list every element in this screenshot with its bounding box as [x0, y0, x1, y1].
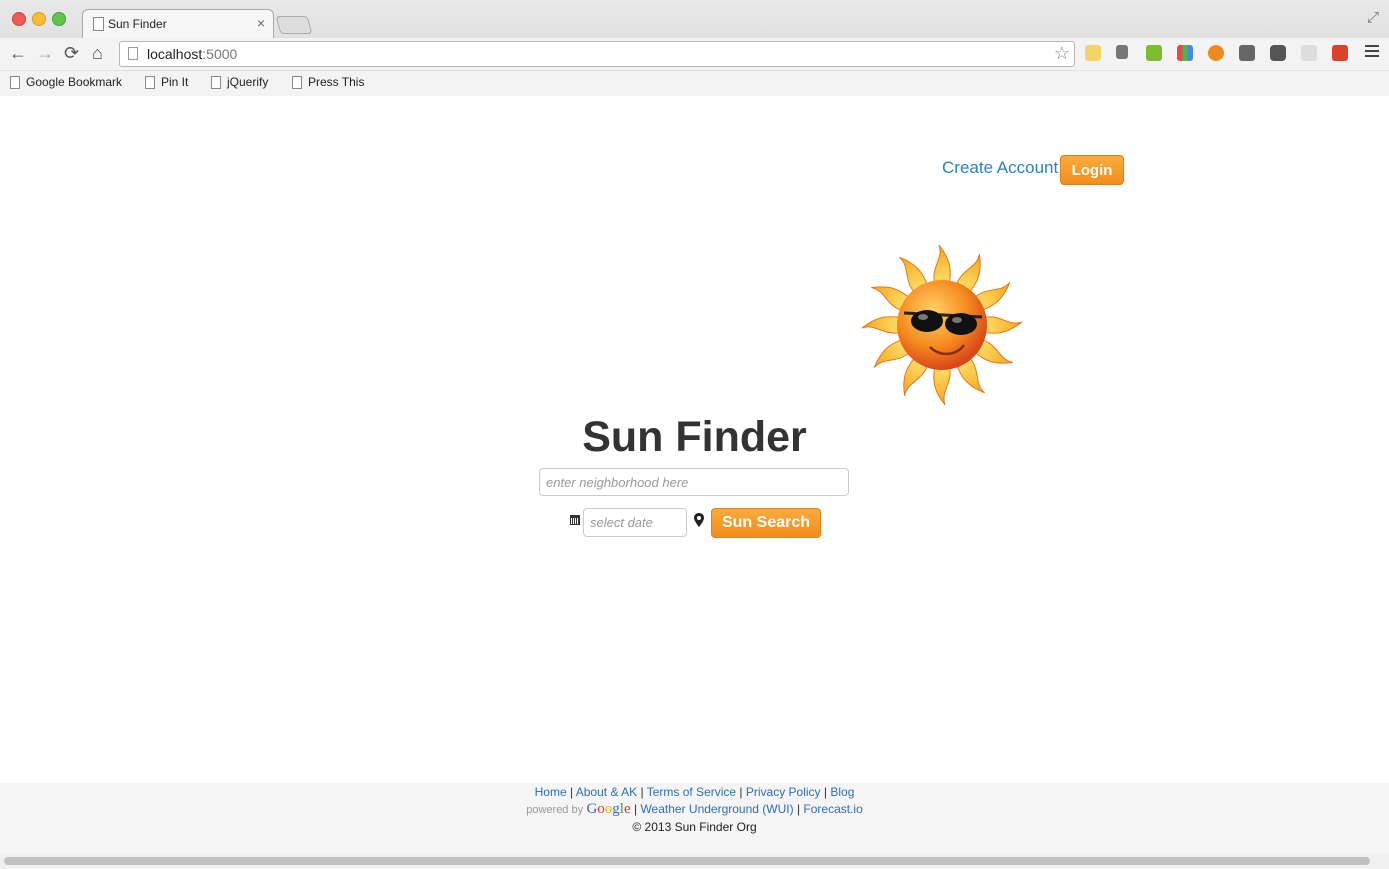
fullscreen-icon[interactable]: ⤢ [1367, 9, 1379, 26]
footer-link-terms[interactable]: Terms of Service [647, 785, 736, 799]
pocket-extension-icon[interactable] [1270, 45, 1286, 61]
android-extension-icon[interactable] [1146, 45, 1162, 61]
bookmark-item[interactable]: jQuerify [211, 75, 268, 89]
screenshot-extension-icon[interactable] [1239, 45, 1255, 61]
forward-icon[interactable]: → [36, 43, 54, 64]
color-extension-icon[interactable] [1177, 45, 1193, 61]
login-button[interactable]: Login [1060, 155, 1124, 185]
forecast-io-link[interactable]: Forecast.io [803, 802, 862, 816]
page-icon [10, 75, 20, 89]
weather-underground-link[interactable]: Weather Underground (WUI) [640, 802, 793, 816]
browser-chrome: Sun Finder × ⤢ ← → ⟳ ⌂ localhost:5000 ☆ … [0, 0, 1389, 96]
url-text[interactable]: localhost:5000 [147, 46, 237, 62]
page-icon [292, 75, 302, 89]
title-bar: Sun Finder × ⤢ [0, 0, 1389, 39]
eyedropper-extension-icon[interactable] [1116, 45, 1128, 59]
location-pin-icon[interactable] [694, 513, 704, 527]
powered-by-label: powered by [526, 804, 584, 816]
neighborhood-input[interactable] [539, 468, 849, 496]
window-close-button[interactable] [12, 12, 26, 26]
tab-title: Sun Finder [108, 17, 167, 31]
window-minimize-button[interactable] [32, 12, 46, 26]
notes-extension-icon[interactable] [1085, 45, 1101, 61]
menu-icon[interactable] [1365, 45, 1379, 59]
date-input[interactable] [583, 508, 687, 537]
sun-search-button[interactable]: Sun Search [711, 508, 821, 538]
footer-links: Home | About & AK | Terms of Service | P… [534, 785, 855, 799]
horizontal-scrollbar[interactable] [0, 853, 1389, 869]
add-extension-icon[interactable] [1301, 45, 1317, 61]
footer-link-home[interactable]: Home [535, 785, 567, 799]
bookmark-extension-icon[interactable] [1332, 45, 1348, 61]
footer-credits: powered by Google | Weather Underground … [526, 801, 863, 817]
page-icon [93, 17, 104, 31]
window-zoom-button[interactable] [52, 12, 66, 26]
reload-icon[interactable]: ⟳ [64, 43, 79, 64]
back-icon[interactable]: ← [9, 43, 27, 64]
page-icon [211, 75, 221, 89]
footer: Home | About & AK | Terms of Service | P… [0, 783, 1389, 853]
footer-link-privacy[interactable]: Privacy Policy [746, 785, 821, 799]
google-logo: Google [586, 801, 631, 817]
page-title: Sun Finder [582, 413, 807, 461]
bookmark-item[interactable]: Google Bookmark [10, 75, 122, 89]
calendar-icon [570, 515, 580, 525]
bookmark-star-icon[interactable]: ☆ [1054, 43, 1070, 64]
page-icon [128, 47, 138, 60]
fox-extension-icon[interactable] [1208, 45, 1224, 61]
home-icon[interactable]: ⌂ [92, 43, 103, 64]
bookmark-item[interactable]: Press This [292, 75, 364, 89]
tab-close-icon[interactable]: × [257, 15, 265, 31]
create-account-link[interactable]: Create Account [942, 158, 1058, 178]
page-icon [145, 75, 155, 89]
scrollbar-thumb[interactable] [4, 857, 1370, 865]
browser-tab[interactable]: Sun Finder × [82, 9, 274, 39]
address-bar[interactable]: localhost:5000 ☆ [119, 41, 1075, 67]
browser-toolbar: ← → ⟳ ⌂ localhost:5000 ☆ [0, 38, 1389, 70]
sun-logo-icon [861, 244, 1023, 406]
bookmarks-bar: Google Bookmark Pin It jQuerify Press Th… [0, 70, 1389, 96]
copyright: © 2013 Sun Finder Org [632, 820, 757, 834]
bookmark-item[interactable]: Pin It [145, 75, 188, 89]
footer-link-about[interactable]: About & AK [576, 785, 637, 799]
new-tab-button[interactable] [275, 16, 313, 34]
footer-link-blog[interactable]: Blog [830, 785, 854, 799]
